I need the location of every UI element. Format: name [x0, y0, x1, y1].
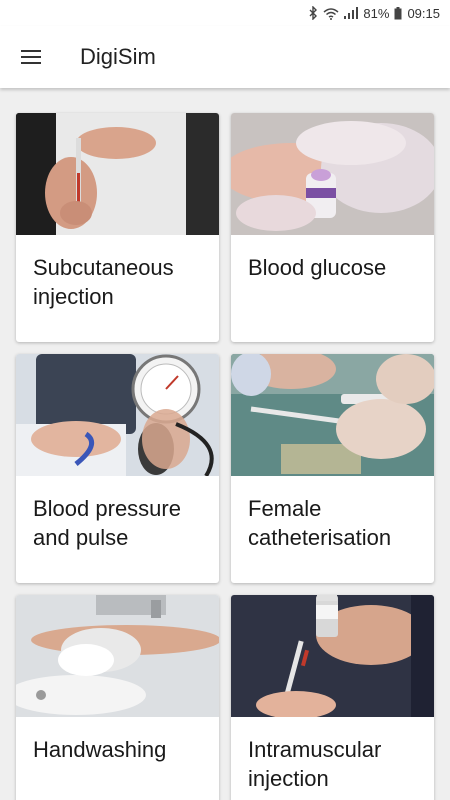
hamburger-menu-icon[interactable] — [0, 26, 62, 88]
card-grid: Subcutaneous injection Blood glucose Blo… — [16, 113, 434, 800]
clock: 09:15 — [407, 5, 440, 21]
card-label: Subcutaneous injection — [33, 255, 174, 309]
card-handwashing[interactable]: Handwashing — [16, 595, 219, 800]
battery-percentage: 81% — [363, 5, 390, 21]
card-label: Handwashing — [33, 737, 167, 762]
sphygmomanometer-cuff-photo — [16, 354, 219, 476]
card-label: Blood glucose — [248, 255, 387, 280]
vial-and-syringe-photo — [231, 595, 434, 717]
card-label: Blood pressure and pulse — [33, 496, 181, 550]
card-subcutaneous-injection[interactable]: Subcutaneous injection — [16, 113, 219, 342]
card-intramuscular-injection[interactable]: Intramuscular injection — [231, 595, 434, 800]
bluetooth-icon — [308, 6, 318, 20]
wifi-icon — [323, 7, 339, 20]
card-label: Intramuscular injection — [248, 737, 382, 791]
syringe-in-hand-photo — [16, 113, 219, 235]
battery-icon — [394, 6, 402, 20]
hands-washing-at-sink-photo — [16, 595, 219, 717]
finger-prick-lancet-photo — [231, 113, 434, 235]
status-bar: 81% 09:15 — [0, 0, 450, 26]
app-title: DigiSim — [80, 44, 156, 69]
card-blood-glucose[interactable]: Blood glucose — [231, 113, 434, 342]
signal-icon — [344, 7, 359, 19]
card-blood-pressure-and-pulse[interactable]: Blood pressure and pulse — [16, 354, 219, 583]
catheter-syringe-photo — [231, 354, 434, 476]
card-female-catheterisation[interactable]: Female catheterisation — [231, 354, 434, 583]
card-label: Female catheterisation — [248, 496, 392, 550]
card-grid-container: Subcutaneous injection Blood glucose Blo… — [0, 88, 450, 800]
app-bar: DigiSim — [0, 26, 450, 88]
